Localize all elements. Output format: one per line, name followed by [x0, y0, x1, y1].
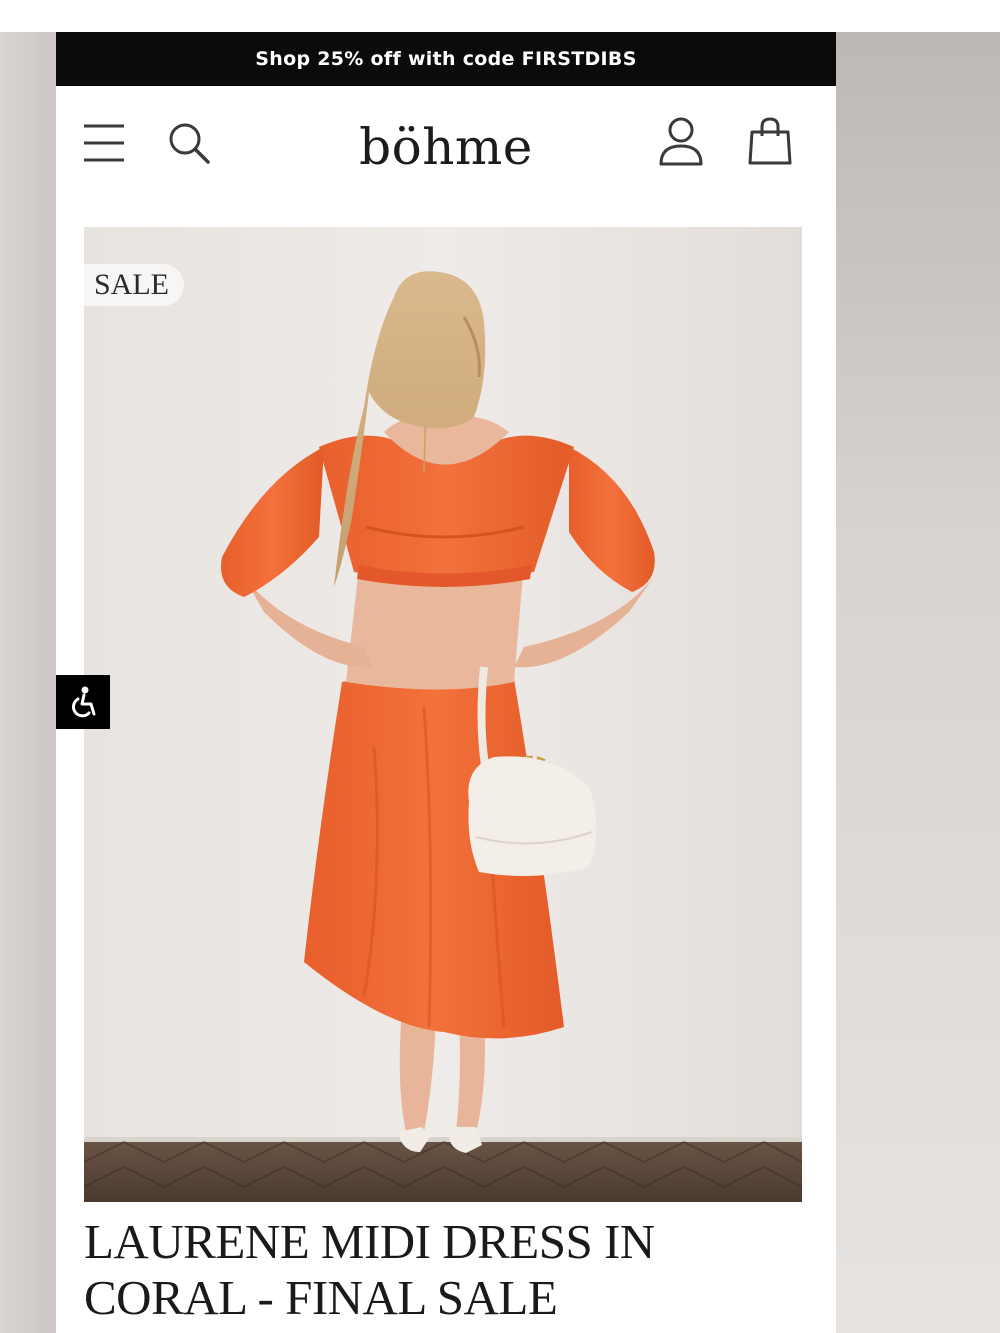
site-header: böhme — [56, 86, 836, 226]
shopping-bag-icon[interactable] — [746, 116, 794, 166]
product-title-line-1: LAURENE MIDI DRESS IN — [84, 1214, 655, 1269]
brand-logo[interactable]: böhme — [286, 112, 606, 182]
search-icon[interactable] — [166, 120, 212, 166]
promo-text: Shop 25% off with code FIRSTDIBS — [255, 48, 637, 70]
product-title-line-2: CORAL - FINAL SALE — [84, 1270, 558, 1325]
promo-banner[interactable]: Shop 25% off with code FIRSTDIBS — [56, 32, 836, 86]
sale-badge: SALE — [84, 264, 184, 306]
mobile-page: Shop 25% off with code FIRSTDIBS böhme S… — [56, 32, 836, 1333]
accessibility-button[interactable] — [56, 675, 110, 729]
product-title[interactable]: LAURENE MIDI DRESS IN CORAL - FINAL SALE — [84, 1214, 814, 1326]
account-icon[interactable] — [656, 114, 706, 168]
menu-icon[interactable] — [82, 122, 126, 164]
page-backdrop-right — [836, 32, 1000, 1333]
accessibility-icon — [71, 686, 96, 718]
product-image[interactable] — [84, 227, 802, 1202]
